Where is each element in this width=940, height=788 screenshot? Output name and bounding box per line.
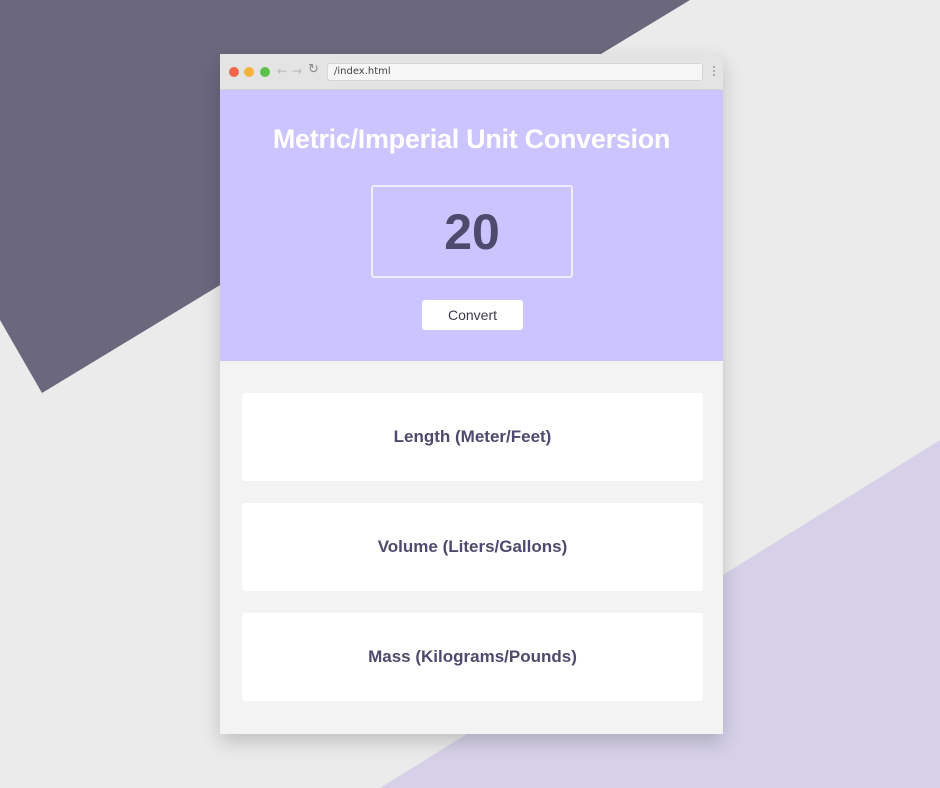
minimize-window-dot[interactable] bbox=[244, 67, 254, 77]
arrow-left-icon[interactable]: ← bbox=[277, 64, 287, 78]
length-conversion-card[interactable]: Length (Meter/Feet) bbox=[242, 393, 703, 481]
convert-button[interactable]: Convert bbox=[422, 300, 523, 330]
browser-window: ← → ↻ /index.html Metric/Imperial Unit C… bbox=[220, 54, 723, 734]
vertical-dots-icon[interactable] bbox=[713, 66, 716, 78]
reload-icon[interactable]: ↻ bbox=[308, 63, 319, 77]
hero-section: Metric/Imperial Unit Conversion 20 Conve… bbox=[220, 90, 723, 361]
close-window-dot[interactable] bbox=[229, 67, 239, 77]
conversion-list: Length (Meter/Feet) Volume (Liters/Gallo… bbox=[242, 393, 703, 723]
page-title: Metric/Imperial Unit Conversion bbox=[272, 124, 671, 154]
value-input[interactable]: 20 bbox=[371, 185, 573, 278]
maximize-window-dot[interactable] bbox=[260, 67, 270, 77]
browser-toolbar: ← → ↻ /index.html bbox=[220, 54, 723, 90]
arrow-right-icon[interactable]: → bbox=[292, 64, 302, 78]
address-bar[interactable]: /index.html bbox=[327, 63, 703, 81]
volume-conversion-card[interactable]: Volume (Liters/Gallons) bbox=[242, 503, 703, 591]
mass-conversion-card[interactable]: Mass (Kilograms/Pounds) bbox=[242, 613, 703, 701]
